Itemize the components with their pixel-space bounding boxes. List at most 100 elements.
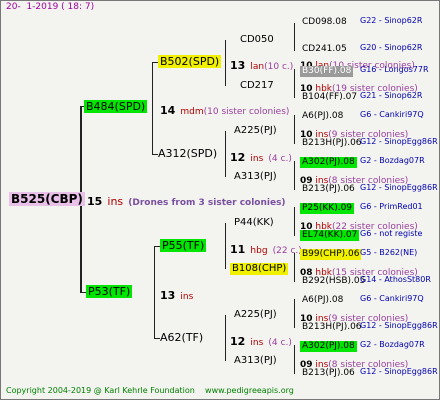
ancestor-id: B213(PJ).06 [302, 368, 355, 378]
note: (10 c.) [264, 62, 294, 72]
gen2-d-drone-info: 12 ins (4 c.) [230, 332, 292, 348]
queen-gen1-upper-id: B484(SPD) [86, 100, 146, 113]
queen-gen1-lower[interactable]: P53(TF) [86, 285, 133, 298]
ancestor-id: B213(PJ).06 [302, 184, 355, 194]
queen-gen3-2[interactable]: A225(PJ) [232, 125, 279, 137]
connector [225, 223, 226, 269]
ancestor-id: B292(HSB).05 [302, 276, 366, 286]
code: ins [250, 338, 264, 348]
queen-gen3-4[interactable]: P44(KK) [232, 217, 276, 229]
ancestor-id: A6(PJ).08 [302, 111, 344, 121]
queen-gen3-0[interactable]: CD050 [238, 34, 276, 46]
gen1-lower-drone-info: 13 ins [160, 286, 193, 302]
queen-gen2-a[interactable]: B502(SPD) [158, 55, 222, 68]
queen-gen3-3[interactable]: A313(PJ) [232, 171, 279, 183]
ancestor-tag: G6 - not registe [360, 229, 423, 238]
connector [294, 253, 295, 282]
queen-id: A313(PJ) [234, 171, 277, 182]
ancestor-id: B213H(PJ).06 [302, 138, 362, 148]
ancestor-id: A6(PJ).08 [302, 295, 344, 305]
count: 11 [230, 243, 246, 256]
count: 13 [160, 289, 176, 302]
gen1-upper-drone-info: 14 mdm(10 sister colonies) [160, 101, 289, 117]
queen-id: A313(PJ) [234, 355, 277, 366]
queen-id: A225(PJ) [234, 125, 277, 136]
ancestor-tag: G5 - B262(NE) [360, 248, 418, 257]
queen-gen3-7[interactable]: A313(PJ) [232, 355, 279, 367]
queen-id: A62(TF) [160, 331, 204, 344]
ancestor-id: B104(FF).07 [302, 92, 358, 102]
queen-id: A225(PJ) [234, 309, 277, 320]
queen-gen2-d[interactable]: A62(TF) [160, 332, 203, 343]
ancestor-tag: G6 - Cankiri97Q [360, 110, 424, 119]
header-left: 20- [6, 2, 21, 12]
ancestor-id: A302(PJ).08 [300, 341, 357, 352]
header-datetime: 1-2019 ( 18: 7) [26, 2, 95, 12]
queen-root-id: B525(CBP) [11, 192, 83, 206]
note: (4 c.) [268, 154, 292, 164]
ancestor-id: A302(PJ).08 [300, 157, 357, 168]
ancestor-tag: G6 - Cankiri97Q [360, 294, 424, 303]
queen-id: P44(KK) [234, 217, 274, 228]
count: 13 [230, 59, 246, 72]
queen-id: B502(SPD) [160, 55, 220, 68]
root-code: ins [107, 195, 124, 208]
connector [225, 40, 226, 86]
queen-gen2-c[interactable]: P55(TF) [160, 239, 207, 252]
ancestor-tag: G6 - PrimRed01 [360, 202, 423, 211]
ancestor-tag: G12 - SinopEgg86R [360, 137, 438, 146]
ancestor-id: P25(KK).09 [300, 203, 355, 214]
ancestor-tag: G2 - Bozdag07R [360, 156, 425, 165]
code: ins [180, 292, 194, 302]
root-note: (Drones from 3 sister colonies) [128, 198, 286, 208]
ancestor-tag: G14 - AthosSt80R [360, 275, 431, 284]
ancestor-id: CD241.05 [302, 44, 347, 54]
ancestor-tag: G21 - Sinop62R [360, 91, 423, 100]
code: mdm [180, 107, 204, 117]
connector [225, 315, 226, 361]
connector [154, 246, 155, 338]
note: (10 sister colonies) [203, 107, 290, 117]
ancestor-id: B99(CHP).06 [300, 249, 362, 260]
code: lan [250, 62, 265, 72]
ancestor-tag: G12 - SinopEgg86R [360, 183, 438, 192]
gen2-a-drone-info: 13 lan(10 c.) [230, 56, 293, 72]
queen-gen2-b[interactable]: A312(SPD) [158, 148, 217, 159]
connector [294, 23, 295, 51]
gen2-c-drone-info: 11 hbg (22 c.) [230, 240, 302, 256]
site-link[interactable]: www.pedigreeapis.org [205, 386, 294, 395]
note: (22 c.) [272, 246, 302, 256]
root-count: 15 [87, 195, 103, 208]
root-drone-info: 15 ins (Drones from 3 sister colonies) [87, 192, 286, 208]
header-date: 20- 1-2019 ( 18: 7) [6, 3, 94, 12]
ancestor-tag: G16 - Longos77R [360, 65, 429, 74]
copyright: Copyright 2004-2019 @ Karl Kehrle Founda… [6, 386, 195, 395]
connector [294, 69, 295, 98]
queen-gen3-1[interactable]: CD217 [238, 80, 276, 92]
footer: Copyright 2004-2019 @ Karl Kehrle Founda… [6, 387, 294, 395]
connector [294, 299, 295, 328]
connector [294, 161, 295, 190]
connector [152, 62, 153, 154]
note: (4 c.) [268, 338, 292, 348]
count: 12 [230, 151, 246, 164]
connector [294, 207, 295, 236]
connector [294, 115, 295, 144]
connector [225, 131, 226, 177]
ancestor-id: CD098.08 [302, 17, 347, 27]
queen-gen3-5[interactable]: B108(CHP) [230, 263, 289, 275]
queen-id: CD217 [240, 80, 274, 91]
count: 14 [160, 104, 176, 117]
ancestor-id: B213H(PJ).06 [302, 322, 362, 332]
code: hbg [250, 246, 268, 256]
queen-gen1-upper[interactable]: B484(SPD) [84, 100, 148, 113]
ancestor-tag: G12 - SinopEgg86R [360, 367, 438, 376]
connector [294, 345, 295, 374]
queen-gen3-6[interactable]: A225(PJ) [232, 309, 279, 321]
count: 12 [230, 335, 246, 348]
ancestor-tag: G12 - SinopEgg86R [360, 321, 438, 330]
queen-root[interactable]: B525(CBP) [9, 192, 85, 206]
queen-gen1-lower-id: P53(TF) [88, 285, 131, 298]
ancestor-id: B30(FF).08 [300, 66, 354, 77]
ancestor-tag: G20 - Sinop62R [360, 43, 423, 52]
